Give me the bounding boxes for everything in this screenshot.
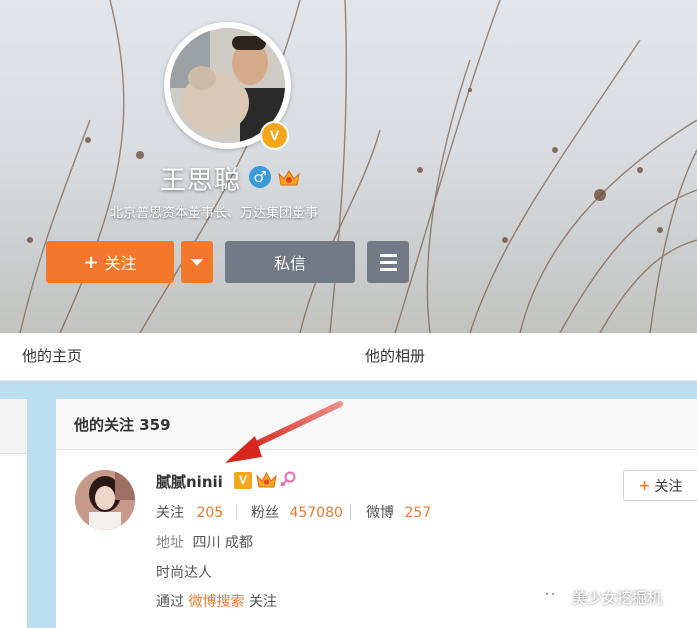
crown-icon — [278, 170, 300, 186]
divider — [350, 505, 351, 519]
stat-following-label: 关注 — [156, 505, 184, 521]
user-address: 地址 四川 成都 — [156, 532, 253, 552]
more-menu-button[interactable] — [367, 241, 409, 283]
stat-fans-value: 457080 — [289, 505, 343, 521]
menu-icon — [379, 253, 397, 257]
chevron-down-icon — [191, 258, 203, 266]
user-description: 时尚达人 — [156, 565, 212, 581]
user-follow-button[interactable]: + 关注 — [623, 470, 697, 501]
following-title: 他的关注 359 — [74, 416, 171, 434]
female-gender-icon — [280, 471, 296, 487]
menu-icon-line — [379, 267, 397, 271]
address-label: 地址 — [156, 535, 184, 551]
male-gender-icon: ♂ — [249, 166, 271, 188]
follow-source-link[interactable]: 微博搜索 — [188, 594, 244, 610]
plus-icon: + — [638, 477, 651, 494]
stat-weibo-label: 微博 — [366, 505, 394, 521]
user-avatar[interactable] — [75, 470, 135, 530]
wechat-icon — [541, 588, 565, 606]
stat-following[interactable]: 关注 205 — [156, 502, 223, 522]
tab-album[interactable]: 他的相册 — [365, 345, 425, 366]
stat-weibo-value: 257 — [404, 505, 432, 521]
follow-source: 通过 微博搜索 关注 — [156, 591, 277, 611]
follow-button-label: 关注 — [104, 254, 137, 273]
tab-home[interactable]: 他的主页 — [22, 345, 82, 366]
user-avatar-image — [75, 470, 135, 530]
stat-following-value: 205 — [196, 505, 224, 521]
stat-weibo[interactable]: 微博 257 — [366, 502, 431, 522]
divider — [236, 505, 237, 519]
menu-icon-line — [379, 260, 397, 264]
user-follow-button-label: 关注 — [654, 478, 683, 495]
stat-fans-label: 粉丝 — [251, 505, 279, 521]
profile-name: 王思聪 — [160, 166, 242, 196]
follow-source-suffix: 关注 — [248, 594, 277, 610]
stat-fans[interactable]: 粉丝 457080 — [251, 502, 343, 522]
plus-icon: + — [83, 251, 99, 273]
profile-tab-bar — [0, 333, 697, 381]
left-panel-header — [0, 399, 27, 454]
watermark: 美少女挖掘机 — [540, 586, 662, 608]
user-name[interactable]: 腻腻ninii — [156, 471, 223, 492]
follow-dropdown-button[interactable] — [181, 241, 213, 283]
cover-background-image — [19, 0, 697, 333]
crown-icon — [256, 471, 277, 488]
message-button[interactable]: 私信 — [225, 241, 355, 283]
follow-button[interactable]: + 关注 — [46, 241, 174, 283]
verified-badge-icon: V — [260, 121, 289, 150]
profile-bio: 北京普思资本董事长、万达集团董事 — [110, 206, 319, 221]
profile-cover — [0, 0, 697, 333]
verified-badge-icon: V — [234, 472, 252, 489]
watermark-text: 美少女挖掘机 — [572, 588, 663, 607]
address-value: 四川 成都 — [192, 535, 253, 551]
follow-source-prefix: 通过 — [156, 594, 184, 610]
